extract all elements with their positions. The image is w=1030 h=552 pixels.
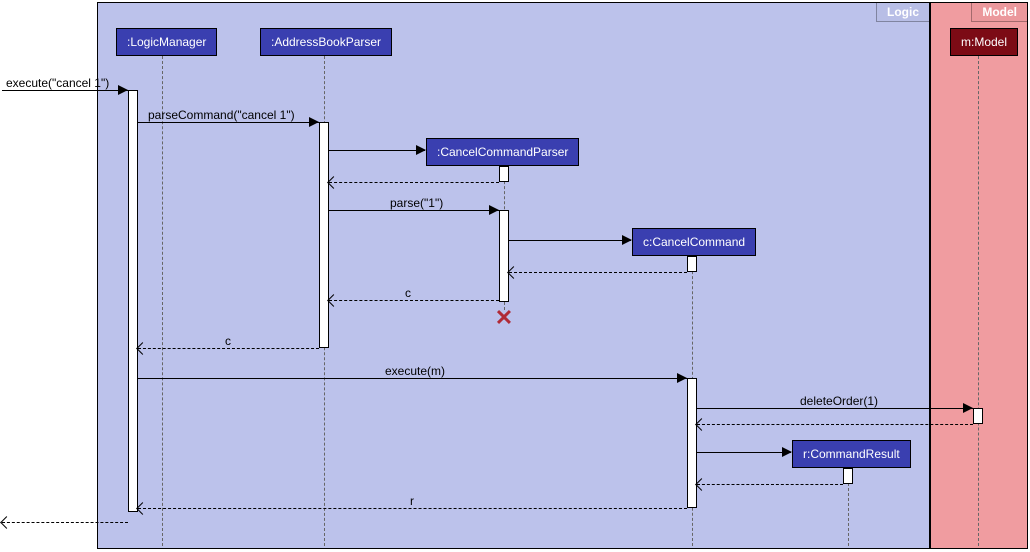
participant-cancel-command: c:CancelCommand: [632, 228, 756, 256]
participant-cancel-command-parser: :CancelCommandParser: [426, 138, 579, 166]
arrow-create-cmd: [509, 240, 631, 241]
msg-execute-m: execute(m): [385, 364, 445, 378]
arrow-create-result: [697, 452, 791, 453]
model-frame: Model: [930, 2, 1028, 549]
arrow-return-c1: [329, 300, 499, 301]
arrowhead-create-cmd: [622, 235, 632, 245]
arrow-create-parser: [329, 150, 425, 151]
arrowhead-create-result: [782, 447, 792, 457]
arrow-return-c2: [138, 348, 319, 349]
participant-logic-manager: :LogicManager: [116, 28, 217, 56]
activation-cancel-command-create: [687, 256, 697, 272]
arrowhead-create-parser: [416, 145, 426, 155]
msg-return-r: r: [410, 494, 414, 508]
msg-return-c1: c: [405, 286, 411, 300]
participant-address-book-parser: :AddressBookParser: [260, 28, 392, 56]
arrow-execute-entry: [2, 90, 128, 91]
participant-model: m:Model: [950, 28, 1018, 56]
arrowhead-return-external: [0, 516, 13, 529]
arrowhead-parse: [489, 205, 499, 215]
arrow-return-external: [2, 522, 128, 523]
arrow-delete-order: [697, 408, 973, 409]
arrow-execute-m: [138, 378, 687, 379]
lifeline-model: [978, 56, 979, 546]
arrow-create-result-return: [697, 484, 843, 485]
arrow-delete-order-return: [697, 424, 973, 425]
lifeline-logic-manager: [162, 56, 163, 546]
activation-command-result: [843, 468, 853, 484]
activation-cancel-command-parser-create: [499, 166, 509, 182]
participant-command-result: r:CommandResult: [792, 440, 911, 468]
arrowhead-delete-order: [963, 403, 973, 413]
activation-cancel-command-parser-parse: [499, 210, 509, 302]
arrow-parse: [329, 210, 499, 211]
sequence-diagram: Logic Model :LogicManager :AddressBookPa…: [0, 0, 1030, 552]
arrow-create-parser-return: [329, 182, 499, 183]
activation-address-book-parser: [319, 122, 329, 348]
model-frame-title: Model: [971, 3, 1027, 22]
arrow-return-r: [138, 508, 687, 509]
msg-parse: parse("1"): [390, 196, 443, 210]
logic-frame-title: Logic: [876, 3, 929, 22]
msg-parse-command: parseCommand("cancel 1"): [148, 108, 295, 122]
arrowhead-parse-command: [309, 117, 319, 127]
activation-logic-manager: [128, 90, 138, 512]
arrowhead-execute-m: [677, 373, 687, 383]
arrowhead-execute-entry: [118, 85, 128, 95]
msg-execute-entry: execute("cancel 1"): [6, 76, 109, 90]
msg-delete-order: deleteOrder(1): [800, 394, 878, 408]
msg-return-c2: c: [225, 334, 231, 348]
arrow-parse-command: [138, 122, 319, 123]
arrow-create-cmd-return: [509, 272, 687, 273]
activation-model: [973, 408, 983, 424]
activation-cancel-command-execute: [687, 378, 697, 508]
destroy-icon: ✕: [495, 305, 513, 331]
